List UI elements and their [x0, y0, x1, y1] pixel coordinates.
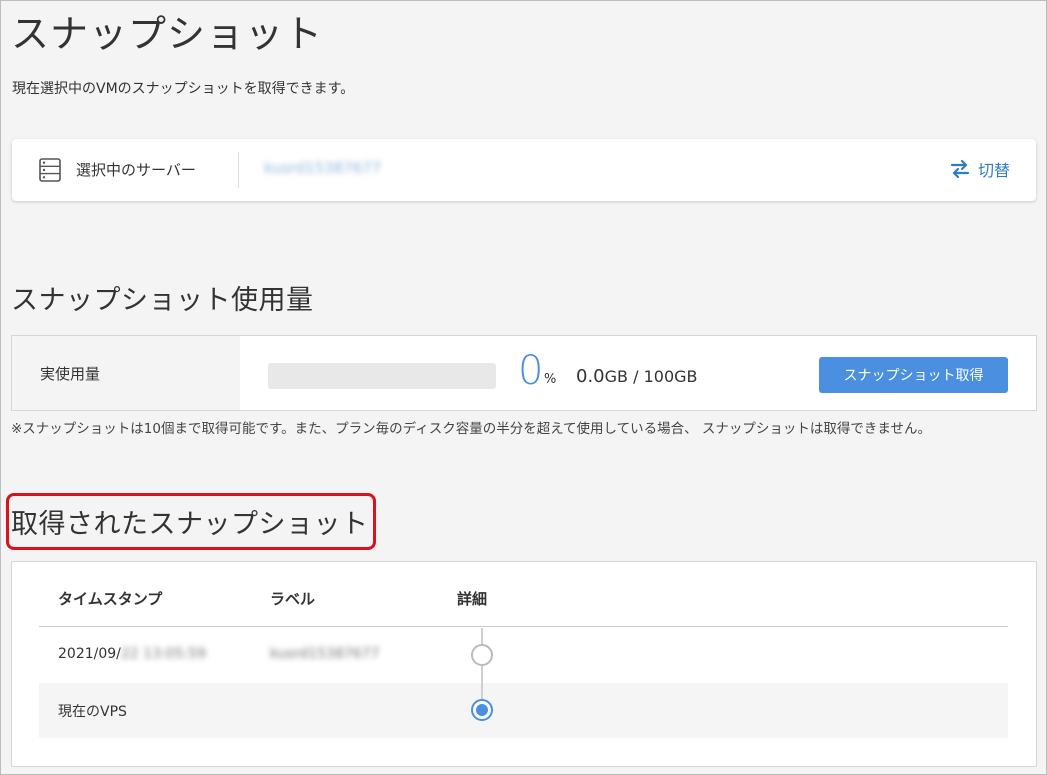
usage-total: 100GB [643, 367, 698, 386]
usage-separator: / [628, 367, 644, 386]
usage-panel: 実使用量 0 % 0.0GB / 100GB スナップショット取得 [11, 335, 1037, 411]
page-title: スナップショット [11, 12, 324, 56]
timestamp-cell: 2021/09/22 13:05:59 [58, 646, 206, 662]
usage-label-cell: 実使用量 [12, 336, 240, 410]
label-cell: kusrd15387677 [270, 646, 380, 662]
server-name: kusrd15387677 [264, 159, 382, 177]
switch-label: 切替 [977, 161, 1010, 180]
usage-percent-sign: % [544, 372, 557, 387]
page-description: 現在選択中のVMのスナップショットを取得できます。 [12, 81, 355, 97]
usage-used-unit: GB [604, 367, 629, 386]
usage-section-title: スナップショット使用量 [11, 285, 314, 316]
take-snapshot-button[interactable]: スナップショット取得 [819, 357, 1008, 393]
swap-arrows-icon [950, 160, 970, 178]
server-icon [39, 158, 61, 182]
column-header-details: 詳細 [457, 590, 488, 608]
usage-used: 0.0 [576, 366, 605, 387]
timeline-line [481, 628, 483, 706]
usage-amount: 0.0GB / 100GB [576, 366, 698, 387]
usage-progress-bar [268, 363, 496, 389]
table-row[interactable]: 2021/09/22 13:05:59 kusrd15387677 [39, 628, 1008, 683]
table-row[interactable]: 現在のVPS [39, 683, 1008, 738]
column-header-label: ラベル [270, 590, 316, 608]
timestamp-cell: 現在のVPS [58, 704, 127, 720]
usage-note: ※スナップショットは10個まで取得可能です。また、プラン毎のディスク容量の半分を… [11, 421, 931, 437]
divider [238, 152, 239, 188]
snapshots-table: タイムスタンプ ラベル 詳細 2021/09/22 13:05:59 kusrd… [11, 561, 1037, 767]
timestamp-visible: 2021/09/ [58, 646, 121, 662]
usage-label: 実使用量 [40, 365, 101, 383]
usage-percent: 0 [518, 348, 544, 394]
selected-server-card: 選択中のサーバー kusrd15387677 切替 [12, 139, 1036, 201]
selected-server-label: 選択中のサーバー [76, 161, 196, 179]
timestamp-blurred: 22 13:05:59 [120, 646, 207, 662]
column-header-timestamp: タイムスタンプ [58, 590, 163, 608]
snapshot-page: スナップショット 現在選択中のVMのスナップショットを取得できます。 選択中のサ… [0, 0, 1047, 775]
highlight-annotation [6, 493, 376, 550]
header-divider [39, 626, 1008, 627]
switch-server-button[interactable]: 切替 [950, 157, 1010, 181]
snapshot-radio[interactable] [471, 644, 493, 666]
current-vps-radio[interactable] [471, 699, 493, 721]
